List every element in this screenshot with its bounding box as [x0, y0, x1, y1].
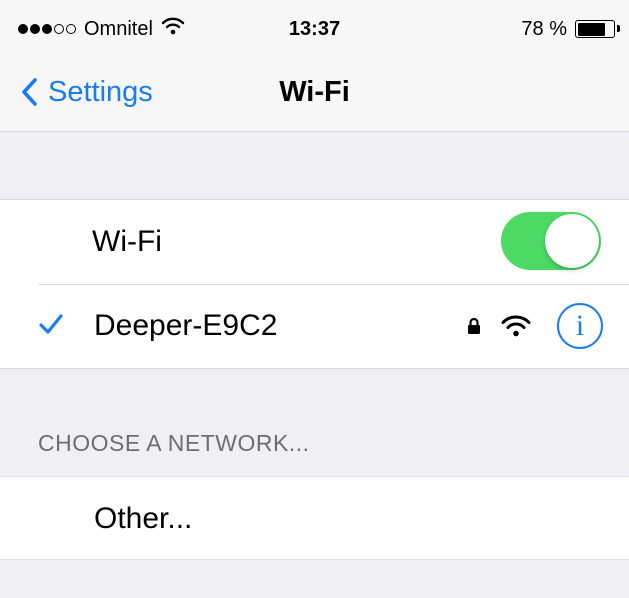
page-title: Wi-Fi: [279, 76, 350, 108]
wifi-group: Wi-Fi Deeper-E9C2 i: [0, 199, 629, 369]
wifi-signal-icon: [501, 315, 531, 337]
wifi-toggle-row: Wi-Fi: [0, 200, 629, 284]
battery-percent: 78 %: [521, 17, 567, 40]
checkmark-icon: [39, 314, 63, 334]
navigation-bar: Settings Wi-Fi: [0, 58, 629, 132]
toggle-knob: [545, 214, 599, 268]
connected-network-name: Deeper-E9C2: [94, 309, 278, 342]
other-network-label: Other...: [94, 502, 193, 535]
wifi-toggle-switch[interactable]: [501, 212, 601, 270]
other-network-group: Other...: [0, 476, 629, 560]
network-icons: i: [467, 284, 603, 368]
other-network-row[interactable]: Other...: [0, 477, 629, 561]
battery-icon: [575, 20, 620, 38]
lock-icon: [468, 317, 480, 334]
status-bar: Omnitel 13:37 78 %: [0, 0, 629, 58]
info-button[interactable]: i: [557, 303, 603, 349]
status-right: 78 %: [521, 14, 620, 44]
battery-tip: [617, 25, 620, 32]
battery-level: [577, 22, 605, 36]
choose-network-header: CHOOSE A NETWORK...: [38, 430, 310, 456]
wifi-toggle-label: Wi-Fi: [92, 225, 162, 258]
connected-network-row[interactable]: Deeper-E9C2 i: [0, 284, 629, 368]
